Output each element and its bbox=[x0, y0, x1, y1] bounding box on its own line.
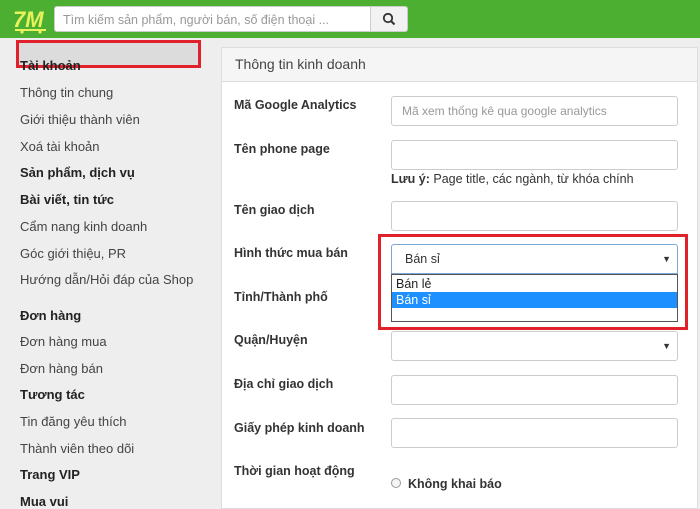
trade-type-label: Hình thức mua bán bbox=[234, 246, 348, 260]
phone-page-input[interactable] bbox=[391, 140, 678, 170]
top-bar: 7M Tìm kiếm sản phẩm, người bán, số điện… bbox=[0, 0, 700, 38]
trade-name-label: Tên giao dịch bbox=[234, 203, 315, 217]
sidebar-item-favorite-posts[interactable]: Tin đăng yêu thích bbox=[20, 414, 126, 429]
search-icon bbox=[382, 12, 396, 26]
sidebar-heading-interaction: Tương tác bbox=[20, 387, 85, 402]
sidebar-heading-products[interactable]: Sản phẩm, dịch vụ bbox=[20, 165, 135, 180]
trade-name-input[interactable] bbox=[391, 201, 678, 231]
district-select[interactable]: ▼ bbox=[391, 331, 678, 361]
note-text: Page title, các ngành, từ khóa chính bbox=[429, 172, 634, 186]
license-input[interactable] bbox=[391, 418, 678, 448]
sidebar-item-business-guide[interactable]: Cẩm nang kinh doanh bbox=[20, 219, 147, 234]
search-input[interactable]: Tìm kiếm sản phẩm, người bán, số điện th… bbox=[54, 6, 370, 32]
sidebar-heading-account: Tài khoản bbox=[20, 58, 81, 73]
hours-option-label[interactable]: Không khai báo bbox=[408, 477, 502, 491]
sidebar-heading-posts[interactable]: Bài viết, tin tức bbox=[20, 192, 114, 207]
dropdown-highlight bbox=[378, 234, 688, 330]
sidebar-item-pr-corner[interactable]: Góc giới thiệu, PR bbox=[20, 246, 126, 261]
sidebar-item-sales-orders[interactable]: Đơn hàng bán bbox=[20, 361, 103, 376]
svg-text:7M: 7M bbox=[13, 7, 44, 32]
address-input[interactable] bbox=[391, 375, 678, 405]
sidebar-heading-orders: Đơn hàng bbox=[20, 308, 82, 323]
phone-page-label: Tên phone page bbox=[234, 142, 330, 156]
sidebar-item-shop-faq[interactable]: Hướng dẫn/Hỏi đáp của Shop bbox=[20, 272, 193, 287]
hours-label: Thời gian hoạt động bbox=[234, 464, 355, 478]
panel-title: Thông tin kinh doanh bbox=[235, 56, 366, 72]
chevron-down-icon: ▼ bbox=[662, 341, 671, 351]
analytics-label: Mã Google Analytics bbox=[234, 98, 357, 112]
sidebar-heading-fun[interactable]: Mua vui bbox=[20, 494, 68, 509]
sidebar-item-delete-account[interactable]: Xoá tài khoản bbox=[20, 139, 100, 154]
sidebar-item-purchase-orders[interactable]: Đơn hàng mua bbox=[20, 334, 107, 349]
hours-radio[interactable] bbox=[391, 478, 401, 488]
logo-7m[interactable]: 7M bbox=[12, 4, 50, 34]
search-button[interactable] bbox=[370, 6, 408, 32]
sidebar-heading-vip[interactable]: Trang VIP bbox=[20, 467, 80, 482]
analytics-placeholder: Mã xem thống kê qua google analytics bbox=[402, 104, 607, 118]
district-label: Quận/Huyện bbox=[234, 333, 308, 347]
panel-header: Thông tin kinh doanh bbox=[222, 48, 697, 82]
sidebar-item-general-info[interactable]: Thông tin chung bbox=[20, 85, 113, 100]
address-label: Địa chỉ giao dịch bbox=[234, 377, 334, 391]
sidebar-item-member-intro[interactable]: Giới thiệu thành viên bbox=[20, 112, 140, 127]
phone-page-note: Lưu ý: Page title, các ngành, từ khóa ch… bbox=[391, 172, 634, 186]
note-prefix: Lưu ý: bbox=[391, 172, 430, 186]
license-label: Giấy phép kinh doanh bbox=[234, 421, 365, 435]
analytics-input[interactable]: Mã xem thống kê qua google analytics bbox=[391, 96, 678, 126]
city-label: Tỉnh/Thành phố bbox=[234, 290, 328, 304]
sidebar-item-followed-members[interactable]: Thành viên theo dõi bbox=[20, 441, 134, 456]
